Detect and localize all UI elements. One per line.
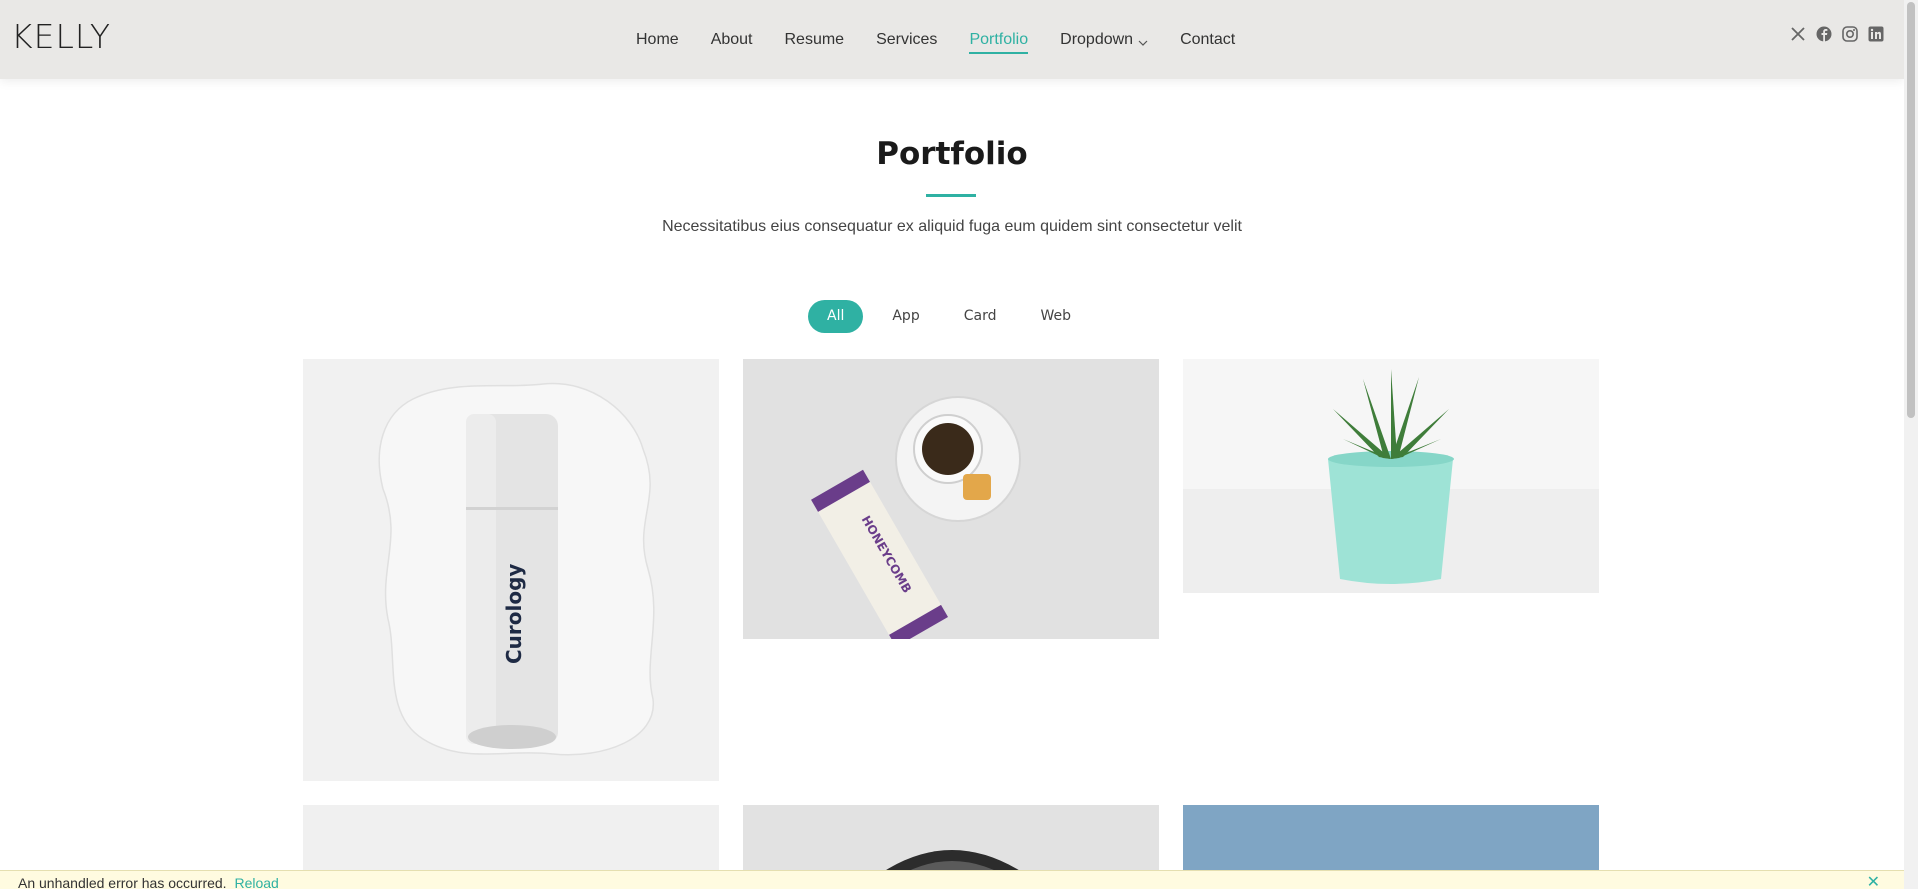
error-message: An unhandled error has occurred.: [18, 875, 227, 889]
chevron-down-icon: [1138, 35, 1148, 46]
main-nav: Home About Resume Services Portfolio Dro…: [636, 0, 1267, 79]
bottle-brand-text: Curology: [502, 564, 526, 664]
nav-resume-label: Resume: [784, 30, 845, 48]
nav-dropdown[interactable]: Dropdown: [1060, 0, 1148, 79]
section-title: Portfolio: [876, 136, 1028, 172]
reload-link[interactable]: Reload: [234, 875, 278, 889]
nav-services[interactable]: Services: [876, 0, 937, 79]
scrollbar-thumb[interactable]: [1907, 2, 1915, 418]
section-subtitle: Necessitatibus eius consequatur ex aliqu…: [662, 218, 1242, 235]
nav-about-label: About: [710, 30, 753, 48]
linkedin-icon[interactable]: [1868, 26, 1884, 42]
x-icon[interactable]: [1790, 26, 1806, 42]
title-underline: [926, 194, 976, 197]
instagram-icon[interactable]: [1842, 26, 1858, 42]
filter-all[interactable]: All: [808, 300, 864, 333]
site-logo[interactable]: KELLY: [11, 18, 111, 56]
filter-web[interactable]: Web: [1025, 300, 1086, 333]
portfolio-item[interactable]: [1183, 359, 1599, 593]
nav-contact-label: Contact: [1180, 30, 1236, 48]
portfolio-item[interactable]: HONEYCOMB: [743, 359, 1159, 639]
nav-portfolio[interactable]: Portfolio: [969, 0, 1028, 79]
nav-contact[interactable]: Contact: [1180, 0, 1235, 79]
portfolio-item[interactable]: Curology: [303, 359, 719, 781]
nav-portfolio-label: Portfolio: [969, 30, 1029, 48]
product-bottle-image: Curology: [303, 359, 719, 781]
filter-app[interactable]: App: [877, 300, 934, 333]
potted-succulent-image: [1183, 359, 1599, 593]
nav-resume[interactable]: Resume: [785, 0, 845, 79]
portfolio-filters: All App Card Web: [808, 300, 1100, 333]
social-links: [1790, 26, 1884, 42]
nav-home[interactable]: Home: [636, 0, 679, 79]
vertical-scrollbar[interactable]: [1904, 0, 1918, 889]
filter-card[interactable]: Card: [949, 300, 1012, 333]
nav-about[interactable]: About: [711, 0, 753, 79]
nav-dropdown-label: Dropdown: [1060, 30, 1134, 48]
close-icon[interactable]: ✕: [1867, 871, 1880, 889]
tea-honeycomb-image: HONEYCOMB: [743, 359, 1159, 639]
nav-services-label: Services: [876, 30, 938, 48]
error-notification-bar: An unhandled error has occurred. Reload …: [0, 870, 1904, 889]
site-header: KELLY Home About Resume Services Portfol…: [0, 0, 1904, 79]
nav-home-label: Home: [636, 30, 679, 48]
facebook-icon[interactable]: [1816, 26, 1832, 42]
